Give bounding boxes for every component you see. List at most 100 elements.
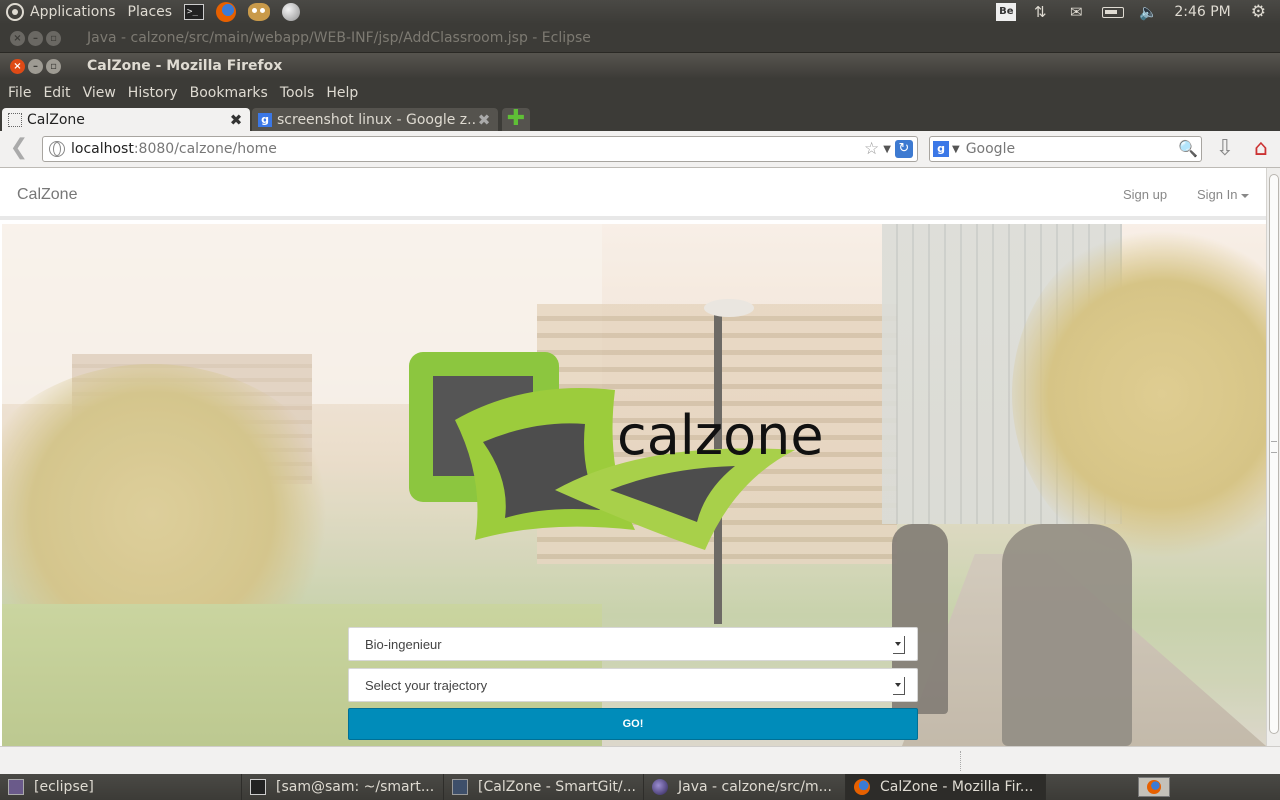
ubuntu-logo-icon[interactable] xyxy=(6,3,24,21)
close-icon[interactable]: × xyxy=(10,30,25,46)
url-path: :8080/calzone/home xyxy=(133,141,277,157)
terminal-icon xyxy=(250,779,266,795)
logo-wordmark: calzone xyxy=(617,404,824,467)
status-bar xyxy=(0,746,1280,774)
caret-down-icon xyxy=(1241,193,1250,198)
home-icon[interactable]: ⌂ xyxy=(1247,136,1275,162)
tab-calzone[interactable]: CalZone ✖ xyxy=(2,108,250,131)
reload-icon[interactable]: ↻ xyxy=(895,140,913,158)
terminal-launcher[interactable]: >_ xyxy=(178,0,210,24)
firefox-launcher[interactable] xyxy=(210,0,242,24)
url-bar[interactable]: localhost:8080/calzone/home ☆ ▼ ↻ xyxy=(42,136,918,162)
clock[interactable]: 2:46 PM xyxy=(1174,4,1230,20)
maximize-icon[interactable]: ▫ xyxy=(46,58,61,74)
globe-icon xyxy=(49,141,65,157)
volume-icon[interactable]: 🔈 xyxy=(1138,3,1158,21)
taskbar-item-label: CalZone - Mozilla Fir... xyxy=(880,779,1034,795)
firefox-icon xyxy=(216,2,237,22)
url-host: localhost xyxy=(71,141,134,157)
site-brand[interactable]: CalZone xyxy=(17,186,77,204)
back-button[interactable]: ❮ xyxy=(6,136,32,162)
taskbar-item-smartgit[interactable]: [CalZone - SmartGit/... xyxy=(444,774,644,800)
menu-bar: File Edit View History Bookmarks Tools H… xyxy=(0,79,1280,106)
battery-icon[interactable] xyxy=(1102,6,1125,18)
eclipse-window-titlebar[interactable]: × – ▫ Java - calzone/src/main/webapp/WEB… xyxy=(0,24,1280,52)
sphere-icon xyxy=(282,3,301,21)
calzone-logo: calzone xyxy=(409,352,824,550)
firefox-titlebar[interactable]: × – ▫ CalZone - Mozilla Firefox xyxy=(0,52,1280,79)
eclipse-window-title: Java - calzone/src/main/webapp/WEB-INF/j… xyxy=(87,30,591,46)
menu-view[interactable]: View xyxy=(77,85,122,101)
taskbar-item-eclipse[interactable]: Java - calzone/src/m... xyxy=(644,774,846,800)
tab-google-search[interactable]: g screenshot linux - Google z... ✖ xyxy=(252,108,498,131)
new-tab-button[interactable]: ✚ xyxy=(502,108,530,131)
firefox-icon xyxy=(1147,780,1161,794)
scrollbar-grip xyxy=(1271,441,1277,453)
download-icon[interactable]: ⇩ xyxy=(1212,136,1238,162)
mail-icon[interactable]: ✉ xyxy=(1066,3,1086,21)
tab-bar: CalZone ✖ g screenshot linux - Google z.… xyxy=(0,106,1280,131)
app-launcher[interactable] xyxy=(276,0,306,24)
page-icon xyxy=(8,112,22,127)
trajectory-select[interactable]: Select your trajectory xyxy=(348,668,918,702)
menu-help[interactable]: Help xyxy=(320,85,364,101)
gimp-icon xyxy=(248,3,271,21)
chevron-down-icon[interactable]: ▼ xyxy=(883,144,891,155)
study-program-select[interactable]: Bio-ingenieur xyxy=(348,627,918,661)
search-bar[interactable]: g ▼ Google 🔍 xyxy=(929,136,1202,162)
sign-in-label: Sign In xyxy=(1197,187,1238,202)
bookmark-star-icon[interactable]: ☆ xyxy=(864,139,879,159)
google-icon[interactable]: g xyxy=(933,141,949,157)
firefox-icon xyxy=(854,779,870,795)
be-indicator-icon[interactable]: Be xyxy=(996,3,1017,21)
tab-label: CalZone xyxy=(27,111,85,128)
chevron-down-icon[interactable]: ▼ xyxy=(952,144,960,155)
close-icon[interactable]: × xyxy=(10,58,25,74)
terminal-icon: >_ xyxy=(184,4,205,20)
vertical-scrollbar[interactable] xyxy=(1266,168,1280,746)
applications-menu[interactable]: Applications xyxy=(24,0,122,24)
minimize-icon[interactable]: – xyxy=(28,30,43,46)
chevron-down-icon xyxy=(893,636,905,654)
tab-label: screenshot linux - Google z... xyxy=(277,111,476,128)
minimize-icon[interactable]: – xyxy=(28,58,43,74)
top-panel: Applications Places >_ Be ⇅ ✉ 🔈 2:46 PM … xyxy=(0,0,1280,24)
site-navbar: CalZone Sign up Sign In xyxy=(0,168,1266,220)
window-icon xyxy=(8,779,24,795)
web-page: CalZone Sign up Sign In calzone Bio-inge… xyxy=(0,168,1266,746)
smartgit-icon xyxy=(452,779,468,795)
eclipse-icon xyxy=(652,779,668,795)
taskbar-item-label: [eclipse] xyxy=(34,779,94,795)
close-icon[interactable]: ✖ xyxy=(476,111,492,129)
workspace-switcher[interactable] xyxy=(1138,777,1170,797)
sign-up-link[interactable]: Sign up xyxy=(1123,187,1167,202)
gimp-launcher[interactable] xyxy=(242,0,276,24)
study-program-value: Bio-ingenieur xyxy=(365,636,442,652)
menu-file[interactable]: File xyxy=(2,85,37,101)
close-icon[interactable]: ✖ xyxy=(228,111,244,129)
trajectory-value: Select your trajectory xyxy=(365,677,488,693)
taskbar-item-label: [CalZone - SmartGit/... xyxy=(478,779,636,795)
scrollbar-thumb[interactable] xyxy=(1269,174,1279,734)
menu-bookmarks[interactable]: Bookmarks xyxy=(184,85,274,101)
gear-icon[interactable]: ⚙ xyxy=(1251,2,1266,22)
status-separator xyxy=(960,751,961,771)
taskbar-item-terminal[interactable]: [sam@sam: ~/smart... xyxy=(242,774,444,800)
sign-in-dropdown[interactable]: Sign In xyxy=(1197,187,1250,202)
taskbar-item-firefox[interactable]: CalZone - Mozilla Fir... xyxy=(846,774,1046,800)
taskbar-item-label: Java - calzone/src/m... xyxy=(678,779,832,795)
menu-edit[interactable]: Edit xyxy=(37,85,76,101)
search-input[interactable]: Google xyxy=(966,141,1015,157)
network-icon[interactable]: ⇅ xyxy=(1030,3,1050,21)
search-icon[interactable]: 🔍 xyxy=(1178,139,1198,159)
go-button[interactable]: GO! xyxy=(348,708,918,740)
taskbar-item-eclipse-window[interactable]: [eclipse] xyxy=(0,774,242,800)
navigation-toolbar: ❮ localhost:8080/calzone/home ☆ ▼ ↻ g ▼ … xyxy=(0,131,1280,168)
menu-history[interactable]: History xyxy=(122,85,184,101)
menu-tools[interactable]: Tools xyxy=(274,85,321,101)
places-menu[interactable]: Places xyxy=(122,0,179,24)
maximize-icon[interactable]: ▫ xyxy=(46,30,61,46)
google-icon: g xyxy=(258,112,272,127)
chevron-down-icon xyxy=(893,677,905,695)
taskbar: [eclipse] [sam@sam: ~/smart... [CalZone … xyxy=(0,774,1280,800)
